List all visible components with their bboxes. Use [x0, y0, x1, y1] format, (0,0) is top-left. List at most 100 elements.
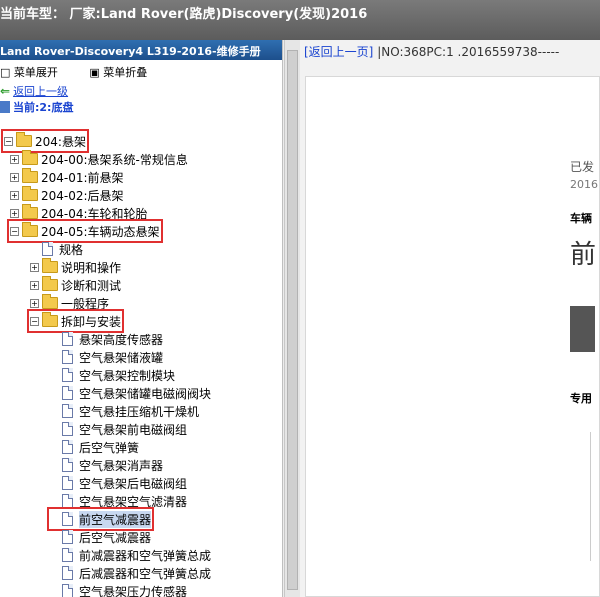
document-icon — [62, 458, 73, 472]
tree-node-label[interactable]: 诊断和测试 — [61, 277, 121, 294]
doc-title: 前 — [570, 240, 597, 270]
document-icon — [62, 512, 73, 526]
tree-node-label[interactable]: 空气悬架压力传感器 — [79, 583, 187, 597]
expand-toggle-icon[interactable]: + — [10, 190, 19, 200]
title-bar: 当前车型： 厂家:Land Rover(路虎)Discovery(发现)2016 — [0, 0, 600, 40]
manual-header: Land Rover-Discovery4 L319-2016-维修手册 — [0, 40, 282, 60]
tree-node-label[interactable]: 一般程序 — [61, 295, 109, 312]
current-location: 当前:2:底盘 — [13, 101, 74, 114]
tree-node[interactable]: 空气悬架储液罐 — [50, 348, 163, 366]
collapse-toggle-icon[interactable]: − — [30, 316, 39, 326]
tree-node[interactable]: +204-02:后悬架 — [10, 186, 124, 204]
folder-icon — [22, 204, 38, 219]
tree-node-label[interactable]: 204-04:车轮和轮胎 — [41, 205, 148, 222]
tree-node[interactable]: + 一般程序 — [30, 294, 109, 312]
tree-node[interactable]: +204-04:车轮和轮胎 — [10, 204, 148, 222]
expand-toggle-icon[interactable]: + — [30, 262, 39, 272]
book-icon — [0, 101, 10, 113]
window-title: 当前车型： 厂家:Land Rover(路虎)Discovery(发现)2016 — [0, 7, 368, 22]
collapse-toggle-icon[interactable]: − — [10, 226, 19, 236]
tree-node[interactable]: +204-01:前悬架 — [10, 168, 124, 186]
tree-node-label[interactable]: 空气悬架前电磁阀组 — [79, 421, 187, 438]
tree-node-label[interactable]: 拆卸与安装 — [61, 313, 121, 330]
doc-divider — [590, 432, 591, 561]
document-icon — [62, 368, 73, 382]
tree-node[interactable]: 悬架高度传感器 — [50, 330, 163, 348]
tree-node-label[interactable]: 后减震器和空气弹簧总成 — [79, 565, 211, 582]
tree-node-label[interactable]: 后空气弹簧 — [79, 439, 139, 456]
expand-toggle-icon[interactable]: + — [10, 208, 19, 218]
tree-node-label[interactable]: 空气悬挂压缩机干燥机 — [79, 403, 199, 420]
tree-node-label[interactable]: 悬架高度传感器 — [79, 331, 163, 348]
tree-node-label[interactable]: 空气悬架消声器 — [79, 457, 163, 474]
expand-toggle-icon[interactable]: + — [30, 298, 39, 308]
tree-node-label[interactable]: 规格 — [59, 241, 83, 258]
tree-node[interactable]: 后空气减震器 — [50, 528, 151, 546]
tree-node-label[interactable]: 204-02:后悬架 — [41, 187, 124, 204]
expand-toggle-icon[interactable]: + — [10, 154, 19, 164]
doc-text-published: 已发 — [570, 160, 595, 174]
back-page-link[interactable]: [返回上一页] — [304, 45, 373, 59]
folder-icon — [22, 186, 38, 201]
document-icon — [62, 476, 73, 490]
tree-node-label[interactable]: 204-01:前悬架 — [41, 169, 124, 186]
tree-node-label[interactable]: 前空气减震器 — [79, 510, 152, 528]
tree-node-label[interactable]: 空气悬架空气滤清器 — [79, 493, 187, 510]
document-icon — [62, 422, 73, 436]
tree-node-label[interactable]: 后空气减震器 — [79, 529, 151, 546]
tree-node-label[interactable]: 204-05:车辆动态悬架 — [41, 223, 160, 240]
collapse-toggle-icon[interactable]: − — [4, 136, 13, 146]
tree-node[interactable]: − 拆卸与安装 — [26, 309, 125, 333]
tree-node[interactable]: − 204-05:车辆动态悬架 — [7, 219, 163, 243]
content-header: [返回上一页] |NO:368PC:1 .2016559738----- — [300, 40, 600, 60]
content-panel: [返回上一页] |NO:368PC:1 .2016559738----- 已发 … — [300, 40, 600, 597]
back-arrow-icon: ⇐ — [0, 84, 11, 98]
tree-node[interactable]: 空气悬架储罐电磁阀阀块 — [50, 384, 211, 402]
tree-node[interactable]: 空气悬架压力传感器 — [50, 582, 187, 597]
tree-node[interactable]: 前空气减震器 — [46, 507, 155, 531]
back-link[interactable]: 返回上一级 — [13, 83, 68, 99]
document-icon — [62, 584, 73, 597]
folder-icon — [42, 258, 58, 273]
tree-node[interactable]: − 204:悬架 — [1, 129, 89, 153]
folder-icon — [42, 276, 58, 291]
tree-node[interactable]: 空气悬架消声器 — [50, 456, 163, 474]
tree-node-label[interactable]: 说明和操作 — [61, 259, 121, 276]
tree-node-label[interactable]: 204-00:悬架系统-常规信息 — [41, 151, 188, 168]
tree-node-label[interactable]: 空气悬架控制模块 — [79, 367, 175, 384]
tree-node[interactable]: 空气悬架前电磁阀组 — [50, 420, 187, 438]
document-icon — [62, 548, 73, 562]
folder-icon — [22, 168, 38, 183]
tree-node[interactable]: +204-00:悬架系统-常规信息 — [10, 150, 188, 168]
expand-toggle-icon[interactable]: + — [30, 280, 39, 290]
tree-node-label[interactable]: 空气悬架后电磁阀组 — [79, 475, 187, 492]
doc-text-year: 2016 — [570, 178, 598, 191]
tree-node[interactable]: 空气悬架后电磁阀组 — [50, 474, 187, 492]
tree-node[interactable]: + 说明和操作 — [30, 258, 121, 276]
tree-node-label[interactable]: 空气悬架储液罐 — [79, 349, 163, 366]
document-icon — [62, 332, 73, 346]
vertical-scrollbar[interactable] — [284, 40, 300, 597]
tree-node[interactable]: 规格 — [30, 240, 83, 258]
current-location-row: 当前:2:底盘 — [0, 98, 73, 116]
tree-node[interactable]: + 诊断和测试 — [30, 276, 121, 294]
tree-node[interactable]: 前减震器和空气弹簧总成 — [50, 546, 211, 564]
scrollbar-thumb[interactable] — [287, 50, 298, 590]
menu-collapse-button[interactable]: ▣ 菜单折叠 — [89, 66, 161, 79]
navigation-panel: Land Rover-Discovery4 L319-2016-维修手册 □ 菜… — [0, 40, 283, 597]
tree-node[interactable]: 后空气弹簧 — [50, 438, 139, 456]
expand-toggle-icon[interactable]: + — [10, 172, 19, 182]
doc-text-vehicle: 车辆 — [570, 212, 592, 225]
folder-icon — [22, 150, 38, 165]
tree-node[interactable]: 空气悬架控制模块 — [50, 366, 175, 384]
tree-node-label[interactable]: 空气悬架储罐电磁阀阀块 — [79, 385, 211, 402]
tree-node-label[interactable]: 前减震器和空气弹簧总成 — [79, 547, 211, 564]
document-icon — [62, 494, 73, 508]
tree-node[interactable]: 空气悬架空气滤清器 — [50, 492, 187, 510]
document-icon — [62, 440, 73, 454]
document-icon — [62, 566, 73, 580]
tree-node-label[interactable]: 204:悬架 — [35, 133, 86, 150]
menu-expand-button[interactable]: □ 菜单展开 — [0, 66, 72, 79]
tree-node[interactable]: 后减震器和空气弹簧总成 — [50, 564, 211, 582]
tree-node[interactable]: 空气悬挂压缩机干燥机 — [50, 402, 199, 420]
